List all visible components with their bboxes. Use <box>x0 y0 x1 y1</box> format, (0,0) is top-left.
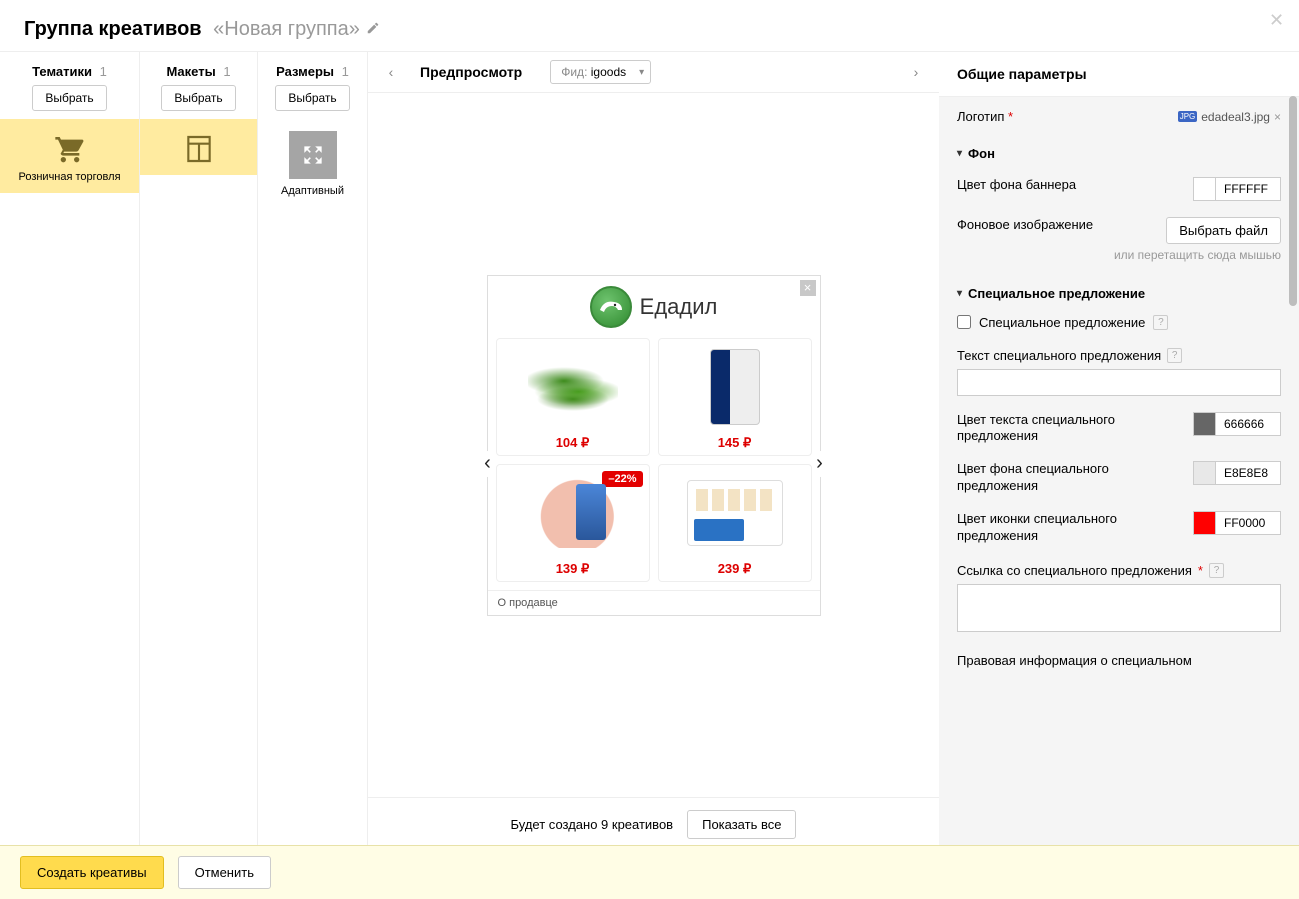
help-icon[interactable]: ? <box>1167 348 1182 363</box>
special-link-label: Ссылка со специального предложения <box>957 563 1192 578</box>
logo-file-chip[interactable]: JPG edadeal3.jpg × <box>1178 110 1281 124</box>
theme-retail[interactable]: Розничная торговля <box>0 119 139 193</box>
chevron-down-icon: ▾ <box>957 148 962 159</box>
cancel-button[interactable]: Отменить <box>178 856 271 889</box>
size-adaptive[interactable]: Адаптивный <box>258 119 367 209</box>
color-swatch <box>1194 462 1216 484</box>
brand-logo <box>590 286 632 328</box>
bg-image-label: Фоновое изображение <box>957 217 1102 234</box>
sizes-count: 1 <box>342 64 349 79</box>
special-text-input[interactable] <box>957 369 1281 396</box>
drag-hint: или перетащить сюда мышью <box>1114 248 1281 264</box>
sidebar-title: Общие параметры <box>939 52 1299 97</box>
bg-section-toggle[interactable]: ▾ Фон <box>957 146 1281 161</box>
preview-next-button[interactable]: › <box>905 61 927 83</box>
params-sidebar: Общие параметры Логотип * JPG edadeal3.j… <box>939 52 1299 851</box>
layout-grid-icon <box>183 133 215 165</box>
color-swatch <box>1194 178 1216 200</box>
special-text-label: Текст специального предложения <box>957 348 1161 363</box>
themes-count: 1 <box>100 64 107 79</box>
special-section-toggle[interactable]: ▾ Специальное предложение <box>957 286 1281 301</box>
layouts-select-button[interactable]: Выбрать <box>161 85 235 111</box>
brand-name: Едадил <box>640 294 718 320</box>
product-image <box>530 478 616 548</box>
preview-column: ‹ Предпросмотр Фид: igoods ▾ › × Едадил <box>368 52 939 851</box>
help-icon[interactable]: ? <box>1209 563 1224 578</box>
special-text-color-input[interactable] <box>1193 412 1281 436</box>
layout-grid[interactable] <box>140 119 257 175</box>
themes-title: Тематики <box>32 64 92 79</box>
preview-title: Предпросмотр <box>420 64 522 80</box>
legal-info-label: Правовая информация о специальном <box>957 653 1192 668</box>
close-icon[interactable]: ✕ <box>1269 10 1287 28</box>
footer-bar: Создать креативы Отменить <box>0 845 1299 899</box>
themes-select-button[interactable]: Выбрать <box>32 85 106 111</box>
special-bg-color-input[interactable] <box>1193 461 1281 485</box>
expand-icon <box>289 131 337 179</box>
color-swatch <box>1194 413 1216 435</box>
create-creatives-button[interactable]: Создать креативы <box>20 856 164 889</box>
creative-close-icon[interactable]: × <box>800 280 816 296</box>
about-seller-link[interactable]: О продавце <box>488 590 820 615</box>
scrollbar[interactable] <box>1289 96 1297 306</box>
preview-prev-button[interactable]: ‹ <box>380 61 402 83</box>
special-offer-checkbox[interactable] <box>957 315 971 329</box>
product-card[interactable]: 239 ₽ <box>658 464 812 582</box>
creative-preview: × Едадил ‹ › 104 ₽ 145 ₽ <box>487 275 821 616</box>
page-title: Группа креативов «Новая группа» <box>24 18 360 41</box>
special-icon-color-input[interactable] <box>1193 511 1281 535</box>
page-header: Группа креативов «Новая группа» ✕ <box>0 0 1299 51</box>
chevron-down-icon: ▾ <box>639 67 644 78</box>
product-price: 104 ₽ <box>556 435 590 455</box>
brand-header: Едадил <box>488 276 820 338</box>
product-price: 145 ₽ <box>718 435 752 455</box>
bg-color-input[interactable] <box>1193 177 1281 201</box>
logo-label: Логотип * <box>957 109 1168 124</box>
layouts-title: Макеты <box>166 64 215 79</box>
jpg-icon: JPG <box>1178 111 1198 122</box>
show-all-button[interactable]: Показать все <box>687 810 796 839</box>
product-image <box>687 480 783 546</box>
special-offer-checkbox-label: Специальное предложение <box>979 315 1145 330</box>
cart-icon <box>54 133 86 165</box>
product-card[interactable]: 145 ₽ <box>658 338 812 456</box>
product-price: 139 ₽ <box>556 561 590 581</box>
product-card[interactable]: 104 ₽ <box>496 338 650 456</box>
product-image <box>710 349 760 425</box>
product-image <box>528 357 618 417</box>
feed-select[interactable]: Фид: igoods ▾ <box>550 60 651 84</box>
creatives-count-text: Будет создано 9 креативов <box>511 817 674 832</box>
themes-column: Тематики 1 Выбрать Розничная торговля <box>0 52 140 851</box>
bg-color-label: Цвет фона баннера <box>957 177 1181 194</box>
edit-icon[interactable] <box>366 21 380 38</box>
product-card[interactable]: –22% 139 ₽ <box>496 464 650 582</box>
sizes-column: Размеры 1 Выбрать Адаптивный <box>258 52 368 851</box>
layouts-count: 1 <box>223 64 230 79</box>
color-swatch <box>1194 512 1216 534</box>
layouts-column: Макеты 1 Выбрать <box>140 52 258 851</box>
special-icon-color-label: Цвет иконки специального предложения <box>957 511 1181 545</box>
choose-file-button[interactable]: Выбрать файл <box>1166 217 1281 244</box>
remove-file-icon[interactable]: × <box>1274 110 1281 124</box>
sizes-title: Размеры <box>276 64 334 79</box>
special-text-color-label: Цвет текста специального предложения <box>957 412 1181 446</box>
help-icon[interactable]: ? <box>1153 315 1168 330</box>
special-bg-color-label: Цвет фона специального предложения <box>957 461 1181 495</box>
sizes-select-button[interactable]: Выбрать <box>275 85 349 111</box>
special-link-input[interactable] <box>957 584 1281 632</box>
product-price: 239 ₽ <box>718 561 752 581</box>
group-name: «Новая группа» <box>213 18 360 40</box>
chevron-down-icon: ▾ <box>957 288 962 299</box>
